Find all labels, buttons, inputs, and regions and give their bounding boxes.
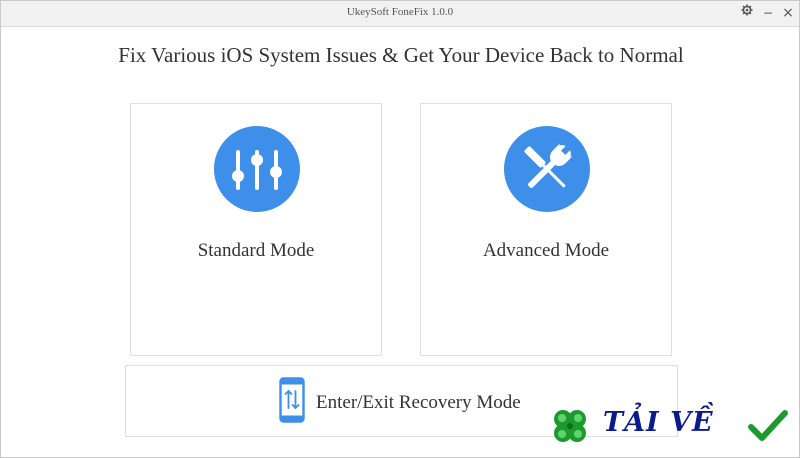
close-button[interactable]: × xyxy=(779,4,797,22)
minimize-button[interactable]: − xyxy=(759,4,777,22)
sliders-icon xyxy=(232,150,282,190)
standard-mode-icon-circle xyxy=(214,126,300,212)
title-bar[interactable]: UkeySoft FoneFix 1.0.0 − × xyxy=(1,1,799,27)
recovery-mode-label: Enter/Exit Recovery Mode xyxy=(316,392,521,413)
page-headline: Fix Various iOS System Issues & Get Your… xyxy=(118,43,684,67)
clover-icon xyxy=(554,410,586,442)
advanced-mode-label: Advanced Mode xyxy=(482,240,610,261)
gear-icon xyxy=(741,4,753,16)
settings-gear-icon[interactable] xyxy=(738,4,756,22)
app-window: UkeySoft FoneFix 1.0.0 − × Fix Various i… xyxy=(0,0,800,458)
tools-icon xyxy=(524,143,573,188)
watermark-text: TẢI VỀ xyxy=(603,407,714,438)
window-title: UkeySoft FoneFix 1.0.0 xyxy=(346,6,454,18)
phone-arrows-icon xyxy=(279,377,305,423)
standard-mode-label: Standard Mode xyxy=(197,240,315,261)
advanced-mode-card[interactable]: Advanced Mode xyxy=(420,103,672,356)
watermark-overlay: TẢI VỀ xyxy=(548,403,793,451)
checkmark-icon xyxy=(748,410,788,441)
standard-mode-card[interactable]: Standard Mode xyxy=(130,103,382,356)
advanced-mode-icon-circle xyxy=(504,126,590,212)
